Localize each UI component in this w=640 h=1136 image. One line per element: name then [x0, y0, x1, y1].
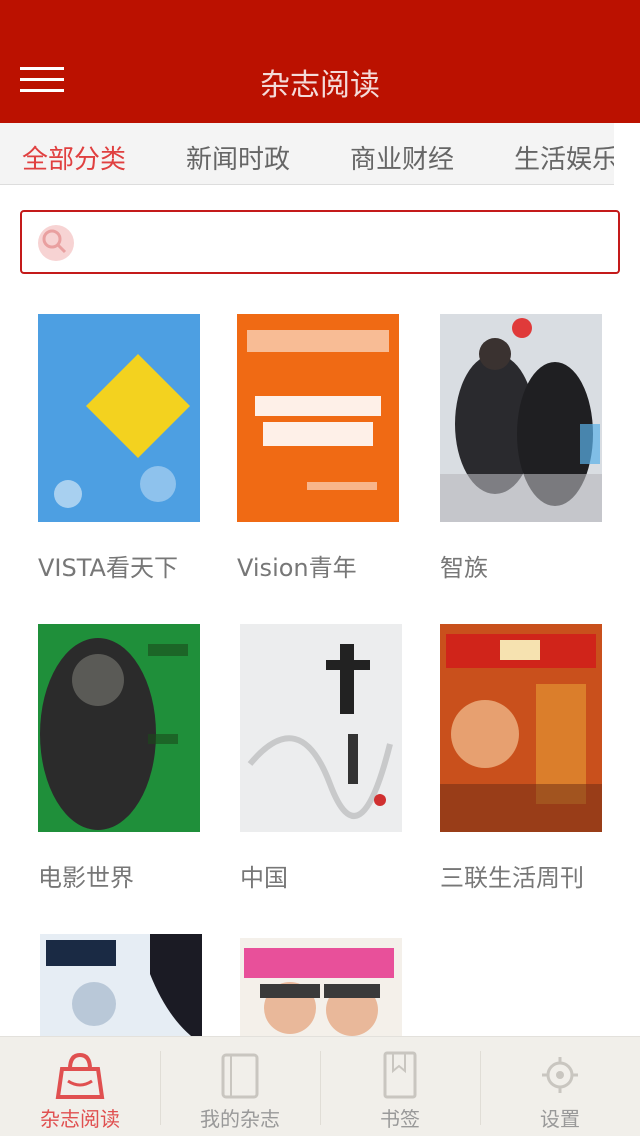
- nav-item-label: 杂志阅读: [40, 1107, 120, 1131]
- nav-item-label: 书签: [380, 1107, 420, 1131]
- tab-news[interactable]: 新闻时政: [186, 139, 290, 176]
- nav-item-label: 设置: [540, 1107, 580, 1131]
- magazine-cover[interactable]: [237, 314, 399, 522]
- magazine-item[interactable]: VISTA看天下: [38, 314, 200, 583]
- magazine-title: Vision青年: [237, 554, 357, 582]
- nav-item-bookmarks[interactable]: 书签: [320, 1037, 480, 1136]
- search-input[interactable]: [92, 222, 602, 262]
- magazine-cover[interactable]: [38, 314, 200, 522]
- magazine-item[interactable]: 三联生活周刊: [440, 624, 602, 893]
- book-icon: [215, 1049, 265, 1105]
- tab-all-categories[interactable]: 全部分类: [22, 139, 126, 176]
- nav-item-my-magazines[interactable]: 我的杂志: [160, 1037, 320, 1136]
- search-bar[interactable]: [20, 210, 620, 274]
- shop-icon: [52, 1049, 108, 1105]
- nav-item-settings[interactable]: 设置: [480, 1037, 640, 1136]
- magazine-item[interactable]: 智族: [440, 314, 602, 583]
- magazine-cover[interactable]: [38, 624, 200, 832]
- tab-lifestyle[interactable]: 生活娱乐: [514, 139, 618, 176]
- bottom-nav: 杂志阅读 我的杂志 书签 设置: [0, 1036, 640, 1136]
- bookmark-icon: [377, 1049, 423, 1105]
- gear-icon: [537, 1049, 583, 1105]
- magazine-cover[interactable]: [240, 624, 402, 832]
- magazine-title: 中国: [240, 864, 288, 892]
- magazine-cover[interactable]: [440, 314, 602, 522]
- magazine-cover[interactable]: [440, 624, 602, 832]
- page-title: 杂志阅读: [260, 68, 380, 103]
- tabs-edge: [614, 123, 640, 185]
- magazine-title: VISTA看天下: [38, 554, 178, 582]
- magazine-title: 电影世界: [38, 864, 134, 892]
- app-screen: 杂志阅读 全部分类 新闻时政 商业财经 生活娱乐 VISTA看天下 Vision…: [0, 0, 640, 1136]
- top-bar: 杂志阅读: [0, 0, 640, 123]
- tab-finance[interactable]: 商业财经: [350, 139, 454, 176]
- nav-item-store[interactable]: 杂志阅读: [0, 1037, 160, 1136]
- search-icon[interactable]: [34, 222, 78, 264]
- nav-item-label: 我的杂志: [200, 1107, 280, 1131]
- magazine-item[interactable]: 电影世界: [38, 624, 200, 893]
- magazine-item[interactable]: 中国: [240, 624, 402, 893]
- category-tabs: 全部分类 新闻时政 商业财经 生活娱乐: [0, 123, 640, 185]
- magazine-title: 智族: [440, 554, 488, 582]
- magazine-item[interactable]: Vision青年: [237, 314, 399, 583]
- magazine-title: 三联生活周刊: [440, 864, 584, 892]
